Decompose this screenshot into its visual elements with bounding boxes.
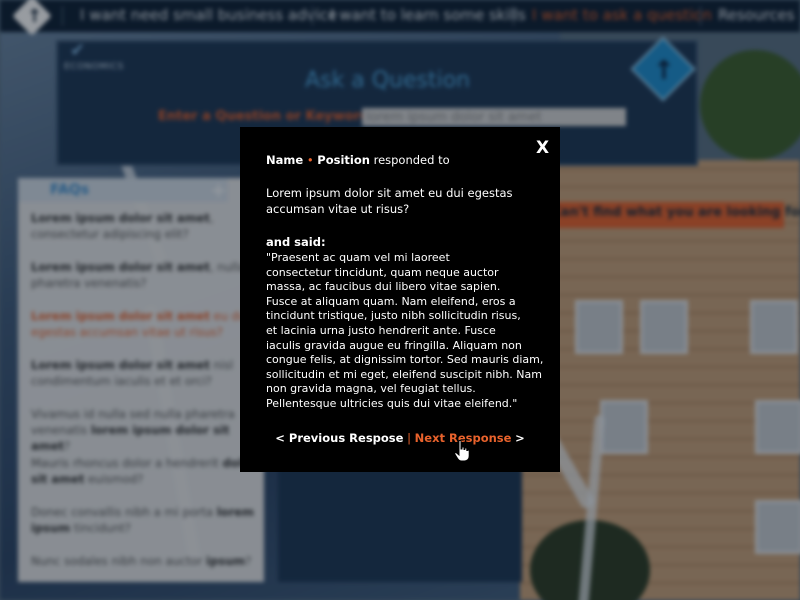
next-arrow-icon[interactable]: > (515, 431, 525, 445)
responder-name: Name (266, 153, 304, 167)
hand-pointer-icon (454, 440, 470, 462)
answer-line: non gravida magna, vel feugiat tellus. (266, 382, 476, 396)
response-pager: < Previous Respose | Next Response > (240, 431, 560, 445)
answer-line: sollicitudin et mi eget, eleifend suscip… (266, 367, 542, 381)
answer-line: Pellentesque ultricies quis dui vitae el… (266, 396, 518, 410)
responder-line: Name • Position responded to (266, 153, 450, 167)
responded-to-text: responded to (373, 153, 450, 167)
answer-line: consectetur tincidunt, quam neque auctor (266, 265, 499, 279)
answer-line: iaculis gravida augue eu fringilla. Aliq… (266, 338, 522, 352)
question-text: Lorem ipsum dolor sit amet eu dui egesta… (266, 186, 513, 216)
answer-line: et lacinia urna justo hendrerit ante. Fu… (266, 323, 496, 337)
answer-line: congue felis, at dignissim tortor. Sed m… (266, 353, 544, 367)
said-label: and said: (266, 235, 326, 249)
answer-line: Fusce at aliquam quam. Nam eleifend, ero… (266, 294, 516, 308)
responder-position: Position (317, 153, 370, 167)
response-modal: X Name • Position responded to Lorem ips… (240, 127, 560, 472)
answer-line: "Praesent ac quam vel mi laoreet (266, 251, 450, 264)
pager-divider: | (407, 431, 411, 445)
previous-response-link[interactable]: < Previous Respose (275, 431, 403, 445)
close-icon[interactable]: X (536, 138, 549, 158)
answer-line: tincidunt tristique, justo nibh sollicit… (266, 309, 521, 323)
answer-text: "Praesent ac quam vel mi laoreet consect… (266, 251, 546, 412)
answer-line: massa, ac faucibus dui libero vitae sapi… (266, 280, 501, 294)
bullet-separator: • (306, 153, 314, 167)
